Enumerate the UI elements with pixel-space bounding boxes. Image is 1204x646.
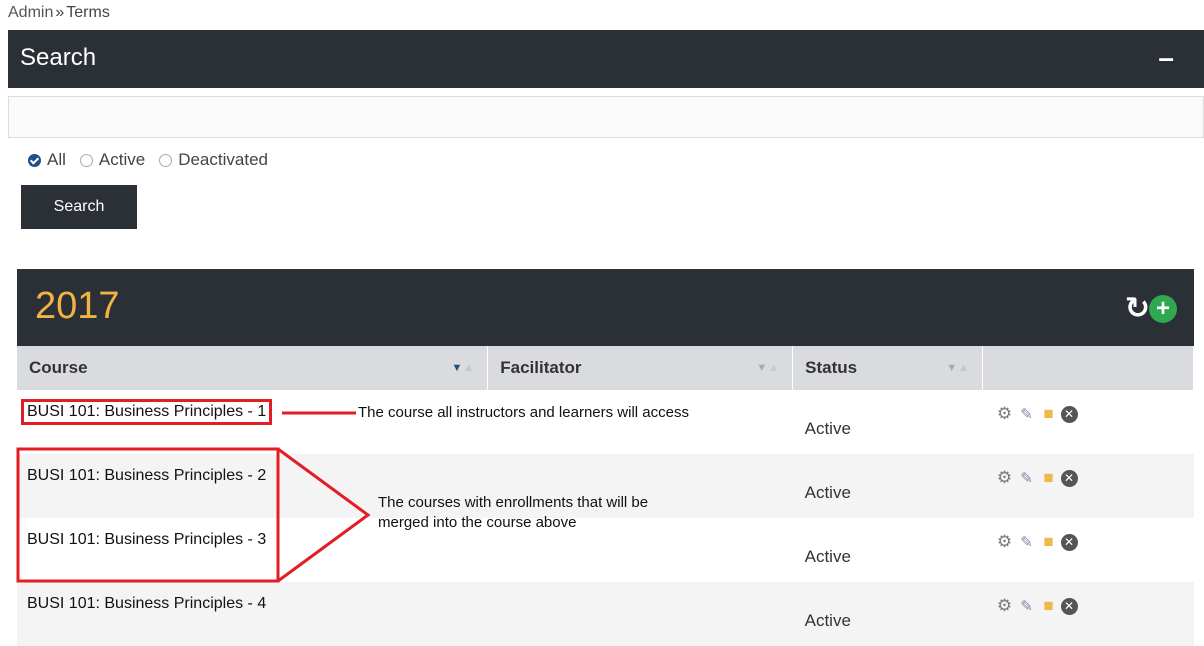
gear-icon[interactable]: ⚙ bbox=[995, 468, 1015, 488]
column-header-course[interactable]: Course ▼▲ bbox=[17, 346, 489, 390]
gear-icon[interactable]: ⚙ bbox=[995, 404, 1015, 424]
table-row: BUSI 101: Business Principles - 1 Active… bbox=[17, 390, 1194, 454]
term-year: 2017 bbox=[35, 285, 120, 327]
row-actions: ⚙ ✎ ■ ✕ bbox=[995, 532, 1182, 552]
edit-icon[interactable]: ✎ bbox=[1017, 404, 1037, 424]
column-header-label: Status bbox=[805, 358, 858, 377]
filter-active-radio[interactable]: Active bbox=[79, 150, 146, 170]
radio-unchecked-icon bbox=[159, 153, 173, 167]
course-link[interactable]: BUSI 101: Business Principles - 2 bbox=[21, 463, 272, 489]
close-icon[interactable]: ✕ bbox=[1060, 597, 1078, 615]
filter-all-radio[interactable]: All bbox=[28, 150, 66, 170]
filter-active-label: Active bbox=[98, 150, 146, 169]
column-header-status[interactable]: Status ▼▲ bbox=[792, 346, 984, 390]
close-icon[interactable]: ✕ bbox=[1060, 405, 1078, 423]
radio-checked-icon bbox=[28, 153, 41, 167]
row-actions: ⚙ ✎ ■ ✕ bbox=[995, 404, 1182, 424]
filter-deactivated-radio[interactable]: Deactivated bbox=[159, 150, 268, 170]
gear-icon[interactable]: ⚙ bbox=[995, 532, 1015, 552]
filter-deactivated-label: Deactivated bbox=[178, 150, 268, 169]
row-actions: ⚙ ✎ ■ ✕ bbox=[995, 596, 1182, 616]
breadcrumb-current: Terms bbox=[66, 4, 110, 21]
sort-icon[interactable]: ▼▲ bbox=[451, 362, 475, 374]
course-link[interactable]: BUSI 101: Business Principles - 1 bbox=[21, 399, 273, 425]
breadcrumb-admin[interactable]: Admin bbox=[8, 4, 53, 21]
sort-icon[interactable]: ▼▲ bbox=[756, 362, 780, 374]
status-cell: Active bbox=[804, 419, 851, 438]
search-button[interactable]: Search bbox=[21, 185, 137, 229]
edit-icon[interactable]: ✎ bbox=[1017, 596, 1037, 616]
status-cell: Active bbox=[792, 582, 983, 646]
search-input[interactable] bbox=[8, 96, 1204, 138]
search-panel-header: Search – bbox=[8, 30, 1204, 88]
edit-icon[interactable]: ✎ bbox=[1017, 468, 1037, 488]
term-header: 2017 ↻ + bbox=[17, 269, 1194, 346]
table-row: BUSI 101: Business Principles - 4 Active… bbox=[17, 582, 1194, 646]
annotation-single: The course all instructors and learners … bbox=[358, 404, 689, 421]
refresh-icon[interactable]: ↻ bbox=[1125, 291, 1150, 326]
close-icon[interactable]: ✕ bbox=[1060, 469, 1078, 487]
gear-icon[interactable]: ⚙ bbox=[995, 596, 1015, 616]
status-cell: Active bbox=[804, 547, 851, 566]
annotation-merged-line2: merged into the course above bbox=[378, 514, 577, 531]
folder-icon[interactable]: ■ bbox=[1039, 404, 1059, 424]
row-actions: ⚙ ✎ ■ ✕ bbox=[995, 468, 1182, 488]
column-header-label: Facilitator bbox=[500, 358, 582, 377]
folder-icon[interactable]: ■ bbox=[1039, 532, 1059, 552]
annotation-merged: The courses with enrollments that will b… bbox=[378, 493, 648, 533]
search-panel-title: Search bbox=[20, 44, 97, 71]
annotation-merged-line1: The courses with enrollments that will b… bbox=[378, 494, 649, 511]
status-filter: All Active Deactivated bbox=[28, 150, 268, 170]
collapse-icon[interactable]: – bbox=[1158, 42, 1174, 74]
course-link[interactable]: BUSI 101: Business Principles - 4 bbox=[21, 591, 272, 617]
column-header-label: Course bbox=[29, 358, 88, 377]
filter-all-label: All bbox=[47, 150, 66, 169]
breadcrumb-separator: » bbox=[55, 4, 65, 21]
breadcrumb: Admin» Terms bbox=[8, 4, 110, 22]
folder-icon[interactable]: ■ bbox=[1039, 468, 1059, 488]
course-link[interactable]: BUSI 101: Business Principles - 3 bbox=[21, 527, 272, 553]
edit-icon[interactable]: ✎ bbox=[1017, 532, 1037, 552]
folder-icon[interactable]: ■ bbox=[1039, 596, 1059, 616]
facilitator-cell bbox=[488, 390, 793, 454]
status-cell: Active bbox=[792, 454, 983, 518]
sort-icon[interactable]: ▼▲ bbox=[946, 362, 970, 374]
close-icon[interactable]: ✕ bbox=[1060, 533, 1078, 551]
column-header-facilitator[interactable]: Facilitator ▼▲ bbox=[487, 346, 794, 390]
column-header-actions bbox=[982, 346, 1194, 390]
table-header-row: Course ▼▲ Facilitator ▼▲ Status ▼▲ bbox=[17, 346, 1194, 390]
radio-unchecked-icon bbox=[79, 153, 93, 167]
facilitator-cell bbox=[487, 582, 793, 646]
add-icon[interactable]: + bbox=[1149, 295, 1177, 323]
